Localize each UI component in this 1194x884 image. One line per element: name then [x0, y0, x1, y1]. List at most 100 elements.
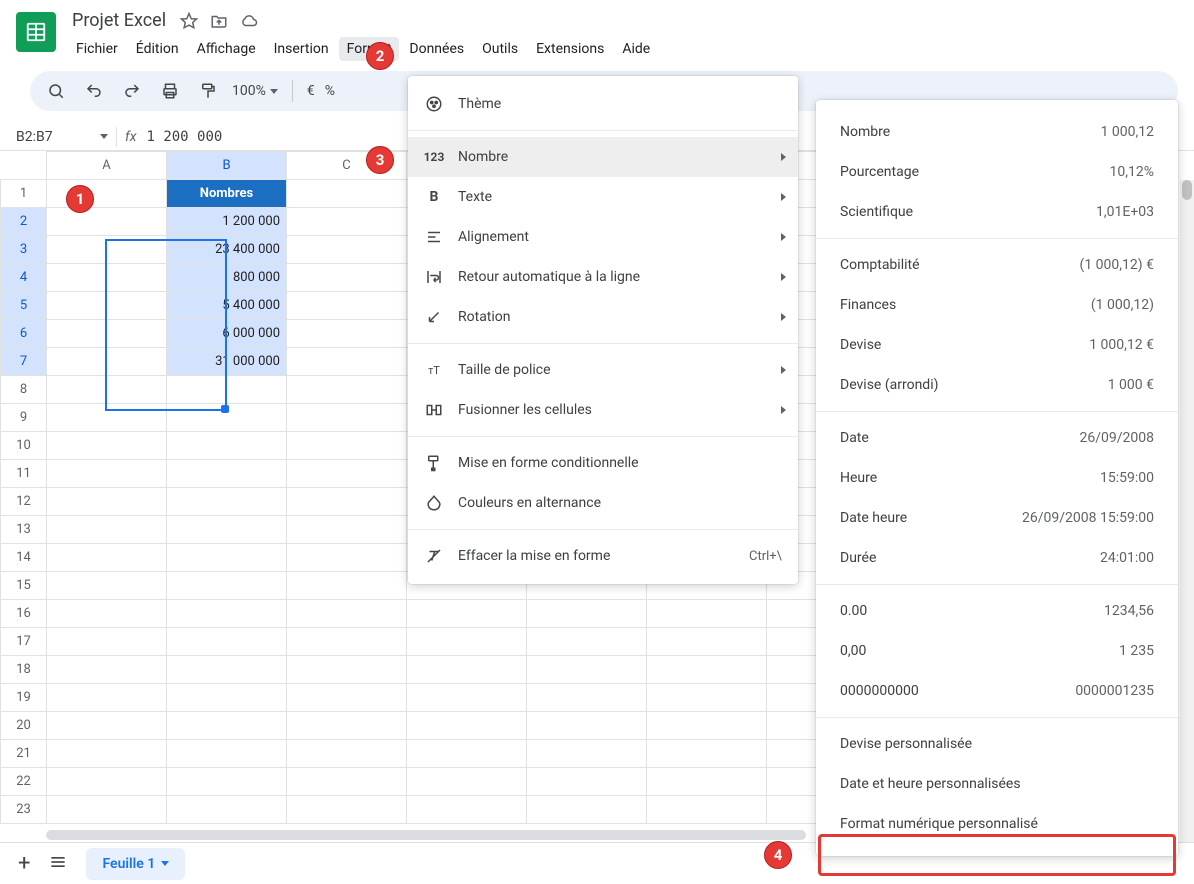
row-header[interactable]: 14	[1, 544, 47, 572]
row-header[interactable]: 5	[1, 292, 47, 320]
row-header[interactable]: 8	[1, 376, 47, 404]
vertical-scrollbar[interactable]	[1180, 180, 1194, 842]
menu-align[interactable]: Alignement	[408, 217, 798, 257]
row-header[interactable]: 10	[1, 432, 47, 460]
row-header[interactable]: 19	[1, 684, 47, 712]
cell-A10[interactable]	[47, 432, 167, 460]
cell-C7[interactable]	[287, 348, 407, 376]
paint-format-icon[interactable]	[194, 77, 222, 105]
cell-C12[interactable]	[287, 488, 407, 516]
cell-A17[interactable]	[47, 628, 167, 656]
cell-B12[interactable]	[167, 488, 287, 516]
row-header[interactable]: 1	[1, 180, 47, 208]
cell-E22[interactable]	[527, 768, 647, 796]
cell-D16[interactable]	[407, 600, 527, 628]
menu-conditional[interactable]: Mise en forme conditionnelle	[408, 443, 798, 483]
row-header[interactable]: 18	[1, 656, 47, 684]
number-format-option[interactable]: 0,001 235	[816, 631, 1178, 671]
cell-D17[interactable]	[407, 628, 527, 656]
cell-E20[interactable]	[527, 712, 647, 740]
search-icon[interactable]	[42, 77, 70, 105]
all-sheets-button[interactable]	[48, 852, 68, 876]
cell-D23[interactable]	[407, 796, 527, 824]
cell-A19[interactable]	[47, 684, 167, 712]
cloud-status-icon[interactable]	[240, 12, 258, 30]
cell-B9[interactable]	[167, 404, 287, 432]
column-header-A[interactable]: A	[47, 152, 167, 180]
cell-B8[interactable]	[167, 376, 287, 404]
cell-F20[interactable]	[647, 712, 767, 740]
menu-clear-formatting[interactable]: Effacer la mise en forme Ctrl+\	[408, 536, 798, 576]
cell-B3[interactable]: 23 400 000	[167, 236, 287, 264]
cell-E21[interactable]	[527, 740, 647, 768]
cell-B14[interactable]	[167, 544, 287, 572]
row-header[interactable]: 22	[1, 768, 47, 796]
number-format-option[interactable]: Devise (arrondi)1 000 €	[816, 365, 1178, 405]
cell-A16[interactable]	[47, 600, 167, 628]
cell-F21[interactable]	[647, 740, 767, 768]
number-format-option[interactable]: Heure15:59:00	[816, 458, 1178, 498]
row-header[interactable]: 4	[1, 264, 47, 292]
menu-number[interactable]: 123 Nombre	[408, 137, 798, 177]
cell-A2[interactable]	[47, 208, 167, 236]
row-header[interactable]: 23	[1, 796, 47, 824]
cell-C11[interactable]	[287, 460, 407, 488]
cell-C22[interactable]	[287, 768, 407, 796]
cell-B21[interactable]	[167, 740, 287, 768]
cell-E16[interactable]	[527, 600, 647, 628]
cell-F22[interactable]	[647, 768, 767, 796]
cell-F19[interactable]	[647, 684, 767, 712]
cell-B15[interactable]	[167, 572, 287, 600]
cell-E23[interactable]	[527, 796, 647, 824]
number-format-option[interactable]: Comptabilité(1 000,12) €	[816, 245, 1178, 285]
move-icon[interactable]	[210, 12, 228, 30]
number-format-option[interactable]: Devise1 000,12 €	[816, 325, 1178, 365]
menubar-item-édition[interactable]: Édition	[128, 37, 187, 61]
cell-C20[interactable]	[287, 712, 407, 740]
cell-C9[interactable]	[287, 404, 407, 432]
cell-B22[interactable]	[167, 768, 287, 796]
cell-F16[interactable]	[647, 600, 767, 628]
menu-wrap[interactable]: Retour automatique à la ligne	[408, 257, 798, 297]
cell-B5[interactable]: 5 400 000	[167, 292, 287, 320]
number-format-option[interactable]: Pourcentage10,12%	[816, 152, 1178, 192]
cell-A23[interactable]	[47, 796, 167, 824]
menu-merge[interactable]: Fusionner les cellules	[408, 390, 798, 430]
document-title[interactable]: Projet Excel	[68, 8, 170, 33]
cell-A15[interactable]	[47, 572, 167, 600]
menubar-item-insertion[interactable]: Insertion	[266, 37, 337, 61]
number-format-option[interactable]: Devise personnalisée	[816, 724, 1178, 764]
menu-theme[interactable]: Thème	[408, 84, 798, 124]
cell-A8[interactable]	[47, 376, 167, 404]
redo-icon[interactable]	[118, 77, 146, 105]
cell-F23[interactable]	[647, 796, 767, 824]
cell-A14[interactable]	[47, 544, 167, 572]
cell-A7[interactable]	[47, 348, 167, 376]
cell-A13[interactable]	[47, 516, 167, 544]
cell-C1[interactable]	[287, 180, 407, 208]
formula-input[interactable]: 1 200 000	[146, 129, 222, 145]
cell-C13[interactable]	[287, 516, 407, 544]
print-icon[interactable]	[156, 77, 184, 105]
row-header[interactable]: 11	[1, 460, 47, 488]
row-header[interactable]: 15	[1, 572, 47, 600]
cell-E19[interactable]	[527, 684, 647, 712]
percent-button[interactable]: %	[325, 83, 335, 99]
number-format-option[interactable]: Format numérique personnalisé	[816, 804, 1178, 844]
zoom-select[interactable]: 100%	[232, 83, 278, 99]
row-header[interactable]: 20	[1, 712, 47, 740]
number-format-option[interactable]: 0.001234,56	[816, 591, 1178, 631]
cell-A12[interactable]	[47, 488, 167, 516]
cell-B18[interactable]	[167, 656, 287, 684]
cell-D22[interactable]	[407, 768, 527, 796]
cell-B2[interactable]: 1 200 000	[167, 208, 287, 236]
row-header[interactable]: 2	[1, 208, 47, 236]
cell-A6[interactable]	[47, 320, 167, 348]
number-format-option[interactable]: Finances(1 000,12)	[816, 285, 1178, 325]
row-header[interactable]: 21	[1, 740, 47, 768]
cell-C19[interactable]	[287, 684, 407, 712]
menu-text[interactable]: B Texte	[408, 177, 798, 217]
cell-C2[interactable]	[287, 208, 407, 236]
menu-fontsize[interactable]: ᴛT Taille de police	[408, 350, 798, 390]
number-format-option[interactable]: Date heure26/09/2008 15:59:00	[816, 498, 1178, 538]
